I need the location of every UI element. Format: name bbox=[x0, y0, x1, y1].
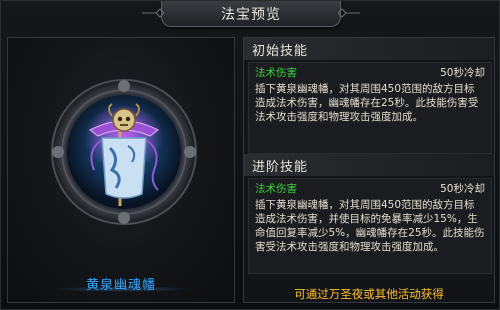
advanced-skill-meta: 法术伤害 50秒冷却 bbox=[255, 182, 485, 196]
relic-name: 黄泉幽魂幡 bbox=[85, 278, 156, 293]
initial-skill-type: 法术伤害 bbox=[255, 67, 297, 79]
advanced-skill-cooldown: 50秒冷却 bbox=[440, 183, 485, 195]
skill-info-panel: 初始技能 法术伤害 50秒冷却 插下黄泉幽魂幡，对其周围450范围的敌方目标造成… bbox=[243, 37, 495, 303]
title-ornament-left-icon bbox=[142, 8, 164, 18]
initial-skill-body: 法术伤害 50秒冷却 插下黄泉幽魂幡，对其周围450范围的敌方目标造成法术伤害，… bbox=[248, 62, 492, 154]
initial-skill-header: 初始技能 bbox=[244, 38, 494, 60]
relic-emblem-icon bbox=[51, 79, 197, 225]
advanced-skill-body: 法术伤害 50秒冷却 插下黄泉幽魂幡，对其周围450范围的敌方目标造成法术伤害，… bbox=[248, 178, 492, 274]
initial-skill-description: 插下黄泉幽魂幡，对其周围450范围的敌方目标造成法术伤害，幽魂幡存在25秒。此技… bbox=[255, 83, 479, 123]
initial-skill-cooldown: 50秒冷却 bbox=[440, 67, 485, 79]
window-title: 法宝预览 bbox=[221, 6, 281, 23]
preview-window: 法宝预览 黄泉幽魂幡 初始技能 法术伤害 50秒冷却 插下黄泉幽魂幡，对其周围4… bbox=[0, 0, 500, 310]
relic-preview-panel: 黄泉幽魂幡 bbox=[7, 37, 235, 303]
advanced-skill-type: 法术伤害 bbox=[255, 183, 297, 195]
window-title-bar: 法宝预览 bbox=[142, 1, 360, 27]
advanced-skill-header: 进阶技能 bbox=[244, 154, 494, 176]
advanced-skill-description: 插下黄泉幽魂幡，对其周围450范围的敌方目标造成法术伤害，并使目标的免暴率减少1… bbox=[255, 199, 485, 253]
title-ornament-right-icon bbox=[338, 8, 360, 18]
acquire-source-text: 可通过万圣夜或其他活动获得 bbox=[294, 287, 444, 301]
initial-skill-meta: 法术伤害 50秒冷却 bbox=[255, 66, 485, 80]
